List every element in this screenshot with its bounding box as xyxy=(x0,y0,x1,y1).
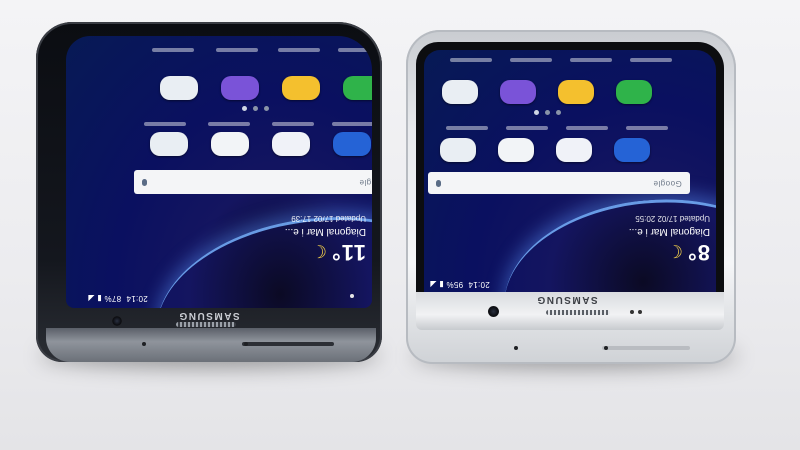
app-icon-contacts[interactable] xyxy=(442,80,478,104)
page-indicator xyxy=(242,106,272,112)
app-icon-camera[interactable] xyxy=(556,138,592,162)
status-bar: 20:14 87% ▮ ◢ xyxy=(88,294,148,303)
icon-label xyxy=(506,126,548,130)
signal-icon: ◢ xyxy=(430,280,437,289)
sim-tray xyxy=(602,346,690,350)
icon-label xyxy=(278,48,320,52)
icon-label xyxy=(152,48,194,52)
icon-label xyxy=(626,126,668,130)
right-phone-chin: SAMSUNG xyxy=(416,292,724,330)
app-icon-memo[interactable] xyxy=(282,76,320,100)
weather-location: Diagonal Mar i e... xyxy=(284,226,366,237)
microphone-hole xyxy=(142,342,146,346)
icon-label xyxy=(272,122,314,126)
icon-label xyxy=(208,122,250,126)
app-icon-messages[interactable] xyxy=(500,80,536,104)
icon-label xyxy=(510,58,552,62)
icon-label xyxy=(338,48,372,52)
icon-label xyxy=(566,126,608,130)
battery-percent: 87% xyxy=(104,294,122,303)
scene: Google 11°☾ Diagonal Mar i e... Updated … xyxy=(0,0,800,450)
page-indicator xyxy=(534,110,564,116)
app-icon-contacts[interactable] xyxy=(160,76,198,100)
moon-icon: ☾ xyxy=(666,241,683,261)
front-camera xyxy=(112,316,122,326)
temperature: 11° xyxy=(330,240,366,265)
google-logo: Google xyxy=(359,177,372,187)
front-camera xyxy=(488,306,499,317)
weather-location: Diagonal Mar i e... xyxy=(628,226,710,237)
clock: 20:14 xyxy=(468,280,490,289)
icon-label xyxy=(216,48,258,52)
app-icon-facebook[interactable] xyxy=(614,138,650,162)
google-search-bar[interactable]: Google xyxy=(428,172,690,194)
app-icon-row-dock xyxy=(150,132,372,156)
proximity-sensor xyxy=(630,310,634,314)
google-search-bar[interactable]: Google xyxy=(134,170,372,194)
app-icon-google-folder[interactable] xyxy=(150,132,188,156)
battery-icon: ▮ xyxy=(438,280,444,289)
weather-widget[interactable]: 8°☾ Diagonal Mar i e... Updated 17/02 20… xyxy=(580,214,710,265)
icon-label xyxy=(446,126,488,130)
app-icon-row-top xyxy=(160,76,372,100)
brand-logo: SAMSUNG xyxy=(536,294,598,305)
signal-icon: ◢ xyxy=(88,294,95,303)
app-icon-memo[interactable] xyxy=(558,80,594,104)
icon-label xyxy=(450,58,492,62)
battery-percent: 95% xyxy=(446,280,464,289)
icon-label xyxy=(144,122,186,126)
clock: 20:14 xyxy=(126,294,148,303)
sim-tray xyxy=(242,342,334,346)
app-icon-camera[interactable] xyxy=(272,132,310,156)
weather-widget[interactable]: 11°☾ Diagonal Mar i e... Updated 17/02 1… xyxy=(236,214,366,265)
left-phone-screen: Google 11°☾ Diagonal Mar i e... Updated … xyxy=(66,36,372,308)
earpiece-speaker xyxy=(546,310,610,315)
light-sensor xyxy=(638,310,642,314)
sim-eject-hole xyxy=(604,346,608,350)
brand-logo: SAMSUNG xyxy=(178,310,240,321)
status-bar: 20:14 95% ▮ ◢ xyxy=(430,280,490,289)
left-phone-frame xyxy=(46,328,376,362)
app-icon-facebook[interactable] xyxy=(333,132,371,156)
left-phone: Google 11°☾ Diagonal Mar i e... Updated … xyxy=(36,22,382,362)
app-icon-row-dock xyxy=(440,138,672,162)
right-phone: Google 8°☾ Diagonal Mar i e... Updated 1… xyxy=(406,30,736,364)
icon-label xyxy=(332,122,372,126)
sim-eject-hole xyxy=(244,342,248,346)
app-icon-phone[interactable] xyxy=(616,80,652,104)
microphone-hole xyxy=(514,346,518,350)
app-icon-messages[interactable] xyxy=(221,76,259,100)
right-phone-screen: Google 8°☾ Diagonal Mar i e... Updated 1… xyxy=(424,50,716,294)
battery-icon: ▮ xyxy=(96,294,102,303)
earpiece-speaker xyxy=(176,322,236,327)
temperature: 8° xyxy=(686,240,710,265)
app-icon-row-top xyxy=(442,80,674,104)
app-icon-gallery[interactable] xyxy=(498,138,534,162)
weather-updated: Updated 17/02 20:55 xyxy=(635,214,710,223)
app-icon-gallery[interactable] xyxy=(211,132,249,156)
app-icon-phone[interactable] xyxy=(343,76,372,100)
google-logo: Google xyxy=(653,178,682,188)
app-icon-google-folder[interactable] xyxy=(440,138,476,162)
mic-icon[interactable] xyxy=(436,179,441,187)
moon-icon: ☾ xyxy=(310,241,327,261)
weather-updated: Updated 17/02 17:39 xyxy=(291,214,366,223)
icon-label xyxy=(630,58,672,62)
mic-icon[interactable] xyxy=(142,178,147,186)
sensor-dot xyxy=(350,294,354,298)
icon-label xyxy=(570,58,612,62)
